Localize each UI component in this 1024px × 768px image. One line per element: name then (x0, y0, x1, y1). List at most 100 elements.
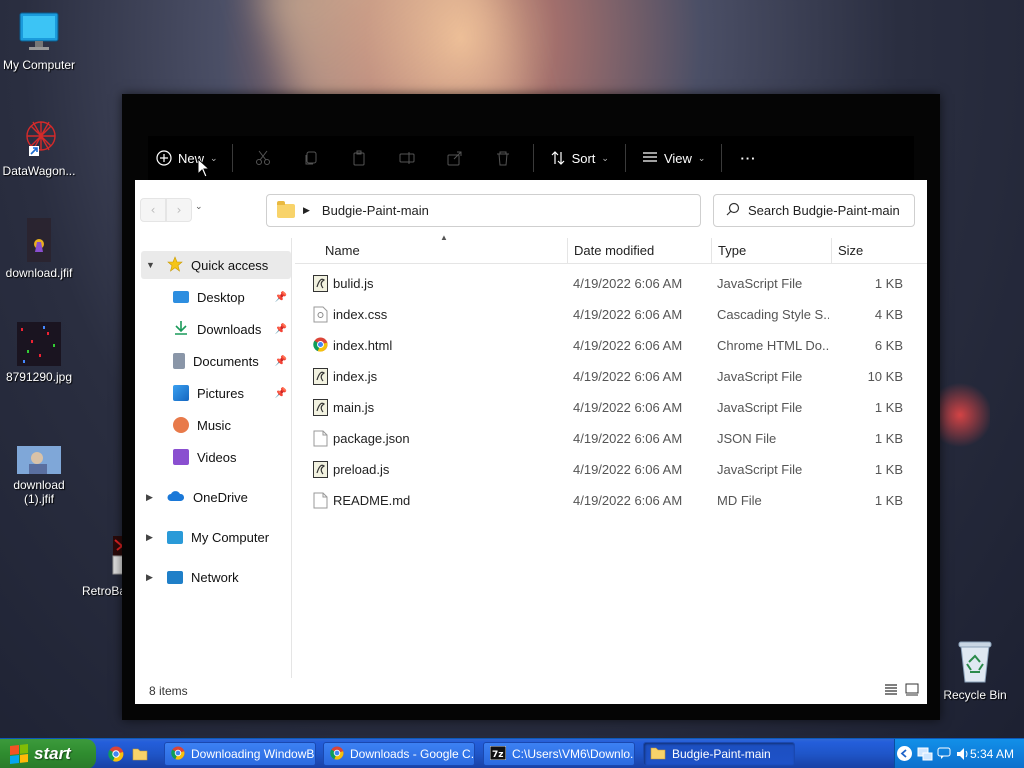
nav-item-label: OneDrive (193, 489, 248, 505)
desktop-icon-download-1-jfif[interactable]: download (1).jfif (0, 446, 78, 506)
blank-file-icon (313, 492, 328, 509)
file-name: main.js (333, 400, 375, 415)
file-row[interactable]: README.md 4/19/2022 6:06 AM MD File 1 KB (295, 485, 927, 516)
file-name: index.html (333, 338, 393, 353)
image-file-icon (17, 322, 61, 366)
file-row[interactable]: preload.js 4/19/2022 6:06 AM JavaScript Fi… (295, 454, 927, 485)
file-size: 4 KB (874, 307, 903, 322)
sort-button[interactable]: Sort ⌄ (540, 141, 619, 175)
cut-button[interactable] (239, 141, 287, 175)
file-date-modified: 4/19/2022 6:06 AM (573, 369, 683, 384)
file-size: 10 KB (867, 369, 903, 384)
file-row[interactable]: index.css 4/19/2022 6:06 AM Cascading Styl… (295, 299, 927, 330)
new-button[interactable]: New ⌄ (148, 141, 226, 175)
copy-button[interactable] (287, 141, 335, 175)
tray-expand-button[interactable] (897, 746, 912, 761)
address-bar[interactable]: ▶ Budgie-Paint-main (266, 194, 701, 227)
divider (624, 144, 626, 172)
delete-button[interactable] (479, 141, 527, 175)
trash-icon (495, 150, 511, 166)
nav-item-desktop[interactable]: Desktop 📌 (173, 283, 291, 311)
large-icons-view-button[interactable] (904, 683, 920, 697)
search-placeholder: Search Budgie-Paint-main (748, 203, 900, 218)
rename-button[interactable] (383, 141, 431, 175)
nav-item-music[interactable]: Music (173, 411, 291, 439)
volume-icon[interactable] (955, 746, 971, 765)
nav-item-downloads[interactable]: Downloads 📌 (173, 315, 291, 343)
column-header-date[interactable]: Date modified (568, 238, 712, 264)
clock[interactable]: 5:34 AM (970, 747, 1014, 761)
windows-flag-icon (10, 744, 28, 764)
pin-icon: 📌 (274, 355, 287, 367)
nav-item-network[interactable]: ▶ Network (141, 563, 291, 591)
taskbar-item-chrome-downloading[interactable]: Downloading WindowBl... (164, 742, 316, 766)
chat-tray-icon[interactable] (937, 746, 951, 763)
share-button[interactable] (431, 141, 479, 175)
js-file-icon (313, 399, 328, 416)
desktop-icon-my-computer[interactable]: My Computer (0, 10, 78, 72)
network-tray-icon[interactable] (917, 746, 933, 765)
command-bar: New ⌄ Sort ⌄ View ⌄ ··· (148, 136, 914, 180)
chevron-right-icon: ▶ (146, 531, 153, 542)
desktop-icon-8791290-jpg[interactable]: 8791290.jpg (0, 322, 78, 384)
status-bar: 8 items (135, 678, 927, 704)
divider (721, 144, 723, 172)
copy-icon (303, 150, 319, 166)
video-icon (173, 449, 189, 465)
taskbar-item-explorer[interactable]: Budgie-Paint-main (643, 742, 795, 766)
desktop-icon-download-jfif[interactable]: download.jfif (0, 218, 78, 280)
document-icon (173, 353, 185, 369)
file-type: JavaScript File (717, 462, 803, 477)
item-count: 8 items (149, 684, 188, 698)
monitor-icon (167, 530, 183, 544)
file-row[interactable]: index.js 4/19/2022 6:06 AM JavaScript File… (295, 361, 927, 392)
paste-button[interactable] (335, 141, 383, 175)
file-size: 1 KB (874, 400, 903, 415)
list-lines-icon (642, 150, 658, 166)
nav-item-pictures[interactable]: Pictures 📌 (173, 379, 291, 407)
column-header-type[interactable]: Type (712, 238, 832, 264)
more-options-button[interactable]: ··· (728, 141, 768, 175)
details-view-button[interactable] (883, 683, 899, 697)
nav-item-my-computer[interactable]: ▶ My Computer (141, 523, 291, 551)
file-row[interactable]: bulid.js 4/19/2022 6:06 AM JavaScript File… (295, 268, 927, 299)
7zip-icon: 7z (489, 745, 507, 763)
nav-item-documents[interactable]: Documents 📌 (173, 347, 291, 375)
chevron-down-icon: ▼ (146, 260, 155, 270)
nav-item-label: Quick access (191, 257, 269, 273)
pictures-icon (173, 385, 189, 401)
forward-button[interactable]: › (166, 198, 192, 222)
nav-item-label: Desktop (197, 289, 245, 305)
taskbar-item-7zip[interactable]: 7z C:\Users\VM6\Downlo... (483, 742, 635, 766)
column-header-size[interactable]: Size (832, 238, 927, 264)
nav-item-label: Downloads (197, 321, 262, 337)
view-button[interactable]: View ⌄ (632, 141, 716, 175)
file-row[interactable]: index.html 4/19/2022 6:06 AM Chrome HTML D… (295, 330, 927, 361)
nav-item-quick-access[interactable]: ▼ Quick access (141, 251, 291, 279)
start-button[interactable]: start (0, 739, 96, 768)
chrome-icon[interactable] (108, 746, 124, 762)
mouse-cursor-icon (197, 157, 211, 178)
nav-item-videos[interactable]: Videos (173, 443, 291, 471)
desktop-icon-datawagon[interactable]: DataWagon... (0, 116, 78, 178)
chrome-icon (171, 745, 185, 763)
nav-item-onedrive[interactable]: ▶ OneDrive (141, 483, 291, 511)
file-size: 1 KB (874, 276, 903, 291)
taskbar-item-chrome-downloads[interactable]: Downloads - Google C... (323, 742, 475, 766)
column-header-name[interactable]: Name (295, 238, 568, 264)
music-icon (173, 417, 189, 433)
search-box[interactable]: Search Budgie-Paint-main (713, 194, 915, 227)
nav-item-label: Network (191, 569, 239, 585)
file-row[interactable]: package.json 4/19/2022 6:06 AM JSON File 1 … (295, 423, 927, 454)
sort-arrows-icon (550, 150, 566, 166)
navigation-pane: ▼ Quick access Desktop 📌 Downloads 📌 Doc… (135, 238, 292, 678)
desktop-icon-recycle-bin[interactable]: Recycle Bin (936, 640, 1014, 702)
file-row[interactable]: main.js 4/19/2022 6:06 AM JavaScript File 1… (295, 392, 927, 423)
chevron-right-icon: ▶ (146, 571, 153, 582)
address-row: ‹ › ⌄ ▶ Budgie-Paint-main Search Budgie-… (135, 180, 927, 238)
folder-icon[interactable] (132, 746, 148, 762)
back-button[interactable]: ‹ (140, 198, 166, 222)
recent-locations-button[interactable]: ⌄ (195, 202, 203, 212)
nav-item-label: My Computer (191, 529, 270, 545)
chevron-down-icon: ⌄ (195, 202, 203, 212)
